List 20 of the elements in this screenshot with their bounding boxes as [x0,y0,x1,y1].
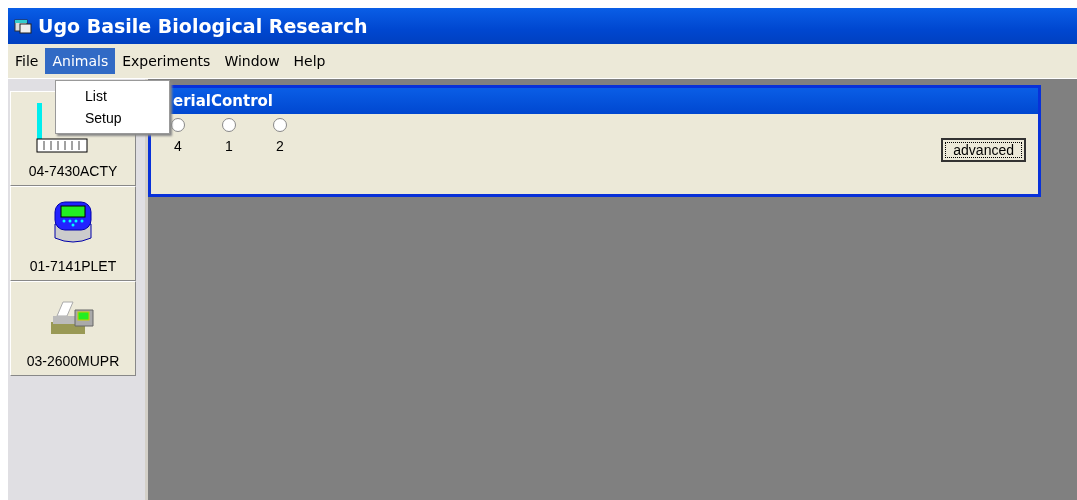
menu-item[interactable]: Experiments [115,48,218,74]
meter-device-icon [53,199,93,246]
radio-button[interactable] [171,118,185,132]
device-button[interactable]: 03-2600MUPR [10,281,136,376]
radio-label: 4 [174,138,182,154]
menu-item[interactable]: File [8,48,46,74]
radio-button[interactable] [273,118,287,132]
radio-label: 1 [225,138,233,154]
menu-item[interactable]: Window [217,48,287,74]
app-icon [14,18,32,34]
radio-label: 2 [276,138,284,154]
window-title: Ugo Basile Biological Research [38,15,368,37]
device-button[interactable]: 01-7141PLET [10,186,136,281]
advanced-button[interactable]: advanced [941,138,1026,162]
menu-item[interactable]: Help [286,48,333,74]
menu-item[interactable]: Animals [45,48,116,74]
window-title: erialControl [173,92,273,110]
printer-device-icon [49,299,97,336]
activity-cage-icon [36,102,88,153]
radio-button[interactable] [222,118,236,132]
